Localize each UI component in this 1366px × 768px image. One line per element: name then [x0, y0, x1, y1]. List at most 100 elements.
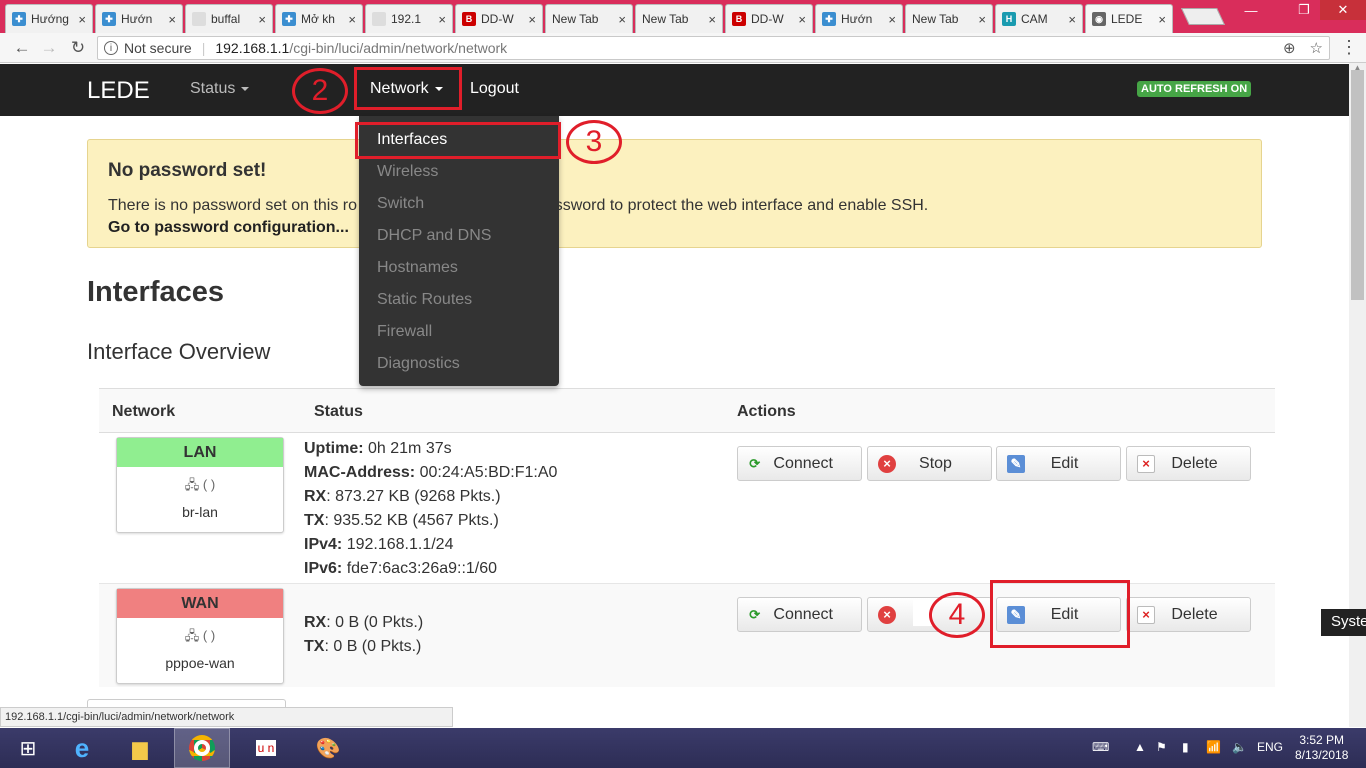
show-hidden-icons[interactable]: ▲: [1134, 740, 1146, 754]
keyboard-icon[interactable]: ⌨: [1092, 740, 1109, 754]
dropdown-item-switch[interactable]: Switch: [377, 195, 424, 213]
language-indicator[interactable]: ENG: [1257, 740, 1283, 754]
nav-logout[interactable]: Logout: [470, 80, 519, 98]
browser-menu-icon[interactable]: ⋮: [1340, 37, 1358, 58]
network-device-icon: 🖧 ( ): [184, 477, 216, 492]
brand-logo[interactable]: LEDE: [87, 77, 150, 105]
battery-icon[interactable]: ▮: [1182, 740, 1189, 754]
info-icon[interactable]: i: [104, 41, 118, 55]
status-value: 00:24:A5:BD:F1:A0: [415, 464, 558, 481]
status-value: : 935.52 KB (4567 Pkts.): [324, 512, 499, 529]
paint-icon[interactable]: 🎨: [300, 728, 356, 768]
tab-close-icon[interactable]: ×: [438, 12, 446, 27]
back-icon[interactable]: ←: [11, 37, 33, 59]
lede-icon: ◉: [1092, 12, 1106, 26]
ddwrt-icon: B: [462, 12, 476, 26]
zoom-icon[interactable]: ⊕: [1283, 39, 1296, 57]
tab-title: buffal: [211, 12, 241, 26]
browser-tab[interactable]: ✚ Hướn ×: [815, 4, 903, 33]
tab-close-icon[interactable]: ×: [618, 12, 626, 27]
bookmark-star-icon[interactable]: ☆: [1310, 39, 1323, 57]
flag-icon[interactable]: ⚑: [1156, 740, 1167, 754]
browser-tab[interactable]: B DD-W ×: [455, 4, 543, 33]
wifi-signal-icon[interactable]: 📶: [1206, 740, 1221, 754]
volume-icon[interactable]: 🔈: [1232, 740, 1247, 754]
status-line: TX: 935.52 KB (4567 Pkts.): [304, 509, 557, 533]
column-actions: Actions: [737, 403, 796, 420]
divider: |: [201, 40, 206, 56]
browser-tab[interactable]: ✚ Hướng ×: [5, 4, 93, 33]
tab-close-icon[interactable]: ×: [348, 12, 356, 27]
browser-tab[interactable]: B DD-W ×: [725, 4, 813, 33]
lan-connect-button[interactable]: ⟳ Connect: [737, 446, 862, 481]
scrollbar-thumb[interactable]: [1351, 70, 1364, 300]
tab-close-icon[interactable]: ×: [978, 12, 986, 27]
tab-close-icon[interactable]: ×: [168, 12, 176, 27]
file-explorer-icon[interactable]: ▆: [112, 728, 168, 768]
column-status: Status: [314, 403, 363, 420]
tab-title: Hướng: [31, 12, 69, 26]
dropdown-item-wireless[interactable]: Wireless: [377, 163, 438, 181]
auto-refresh-badge[interactable]: AUTO REFRESH ON: [1137, 81, 1252, 97]
system-tooltip: Syste: [1321, 609, 1366, 636]
tab-title: Mở kh: [301, 12, 335, 26]
wan-interface-badge[interactable]: WAN 🖧 ( ) pppoe-wan: [116, 588, 284, 684]
browser-tab[interactable]: ◉ LEDE ×: [1085, 4, 1173, 33]
status-line: IPv4: 192.168.1.1/24: [304, 533, 557, 557]
status-value: 0h 21m 37s: [363, 440, 452, 457]
refresh-icon: ⟳: [749, 455, 761, 471]
lan-name: LAN: [117, 438, 283, 467]
browser-tab[interactable]: ✚ Hướn ×: [95, 4, 183, 33]
status-line: MAC-Address: 00:24:A5:BD:F1:A0: [304, 461, 557, 485]
browser-tab[interactable]: H CAM ×: [995, 4, 1083, 33]
dropdown-item-hostnames[interactable]: Hostnames: [377, 259, 458, 277]
clock[interactable]: 3:52 PM 8/13/2018: [1295, 733, 1348, 763]
nav-status[interactable]: Status: [190, 80, 250, 98]
lan-interface-badge[interactable]: LAN 🖧 ( ) br-lan: [116, 437, 284, 533]
browser-tab[interactable]: buffal ×: [185, 4, 273, 33]
tab-close-icon[interactable]: ×: [708, 12, 716, 27]
browser-tab[interactable]: ✚ Mở kh ×: [275, 4, 363, 33]
lan-stop-button[interactable]: × Stop: [867, 446, 992, 481]
password-config-link[interactable]: Go to password configuration...: [108, 219, 349, 237]
tab-close-icon[interactable]: ×: [798, 12, 806, 27]
unikey-icon[interactable]: u n: [238, 728, 294, 768]
wan-device: pppoe-wan: [165, 655, 235, 671]
browser-tab[interactable]: New Tab ×: [545, 4, 633, 33]
browser-tab[interactable]: 192.1 ×: [365, 4, 453, 33]
dropdown-item-static-routes[interactable]: Static Routes: [377, 291, 472, 309]
tab-close-icon[interactable]: ×: [888, 12, 896, 27]
tab-close-icon[interactable]: ×: [258, 12, 266, 27]
lan-edit-button[interactable]: ✎ Edit: [996, 446, 1121, 481]
reload-icon[interactable]: ↻: [67, 37, 89, 59]
globe-icon: ✚: [12, 12, 26, 26]
browser-tab[interactable]: New Tab ×: [905, 4, 993, 33]
close-window-icon[interactable]: ✕: [1320, 0, 1366, 20]
dropdown-item-dhcp-and-dns[interactable]: DHCP and DNS: [377, 227, 491, 245]
forward-icon[interactable]: →: [38, 37, 60, 59]
tab-title: LEDE: [1111, 12, 1143, 26]
start-windows-icon[interactable]: ⊞: [0, 728, 56, 768]
tab-close-icon[interactable]: ×: [78, 12, 86, 27]
wan-connect-button[interactable]: ⟳ Connect: [737, 597, 862, 632]
lan-delete-button[interactable]: × Delete: [1126, 446, 1251, 481]
dropdown-item-firewall[interactable]: Firewall: [377, 323, 432, 341]
tab-close-icon[interactable]: ×: [528, 12, 536, 27]
tab-close-icon[interactable]: ×: [1158, 12, 1166, 27]
dropdown-item-diagnostics[interactable]: Diagnostics: [377, 355, 460, 373]
internet-explorer-icon[interactable]: e: [54, 728, 110, 768]
page-icon: [192, 12, 206, 26]
minimize-icon[interactable]: —: [1237, 0, 1265, 20]
h-icon: H: [1002, 12, 1016, 26]
maximize-icon[interactable]: ❐: [1290, 0, 1318, 20]
tab-close-icon[interactable]: ×: [1068, 12, 1076, 27]
top-navbar: LEDE Status Network Logout AUTO REFRESH …: [0, 64, 1349, 116]
chrome-icon[interactable]: [174, 728, 230, 768]
new-tab-button[interactable]: [1181, 8, 1225, 25]
table-header: Network Status Actions: [99, 388, 1275, 433]
browser-tab[interactable]: New Tab ×: [635, 4, 723, 33]
url-input[interactable]: i Not secure | 192.168.1.1/cgi-bin/luci/…: [97, 36, 1330, 60]
tab-title: Hướn: [841, 12, 873, 26]
status-value: 192.168.1.1/24: [342, 536, 454, 553]
wan-delete-button[interactable]: × Delete: [1126, 597, 1251, 632]
